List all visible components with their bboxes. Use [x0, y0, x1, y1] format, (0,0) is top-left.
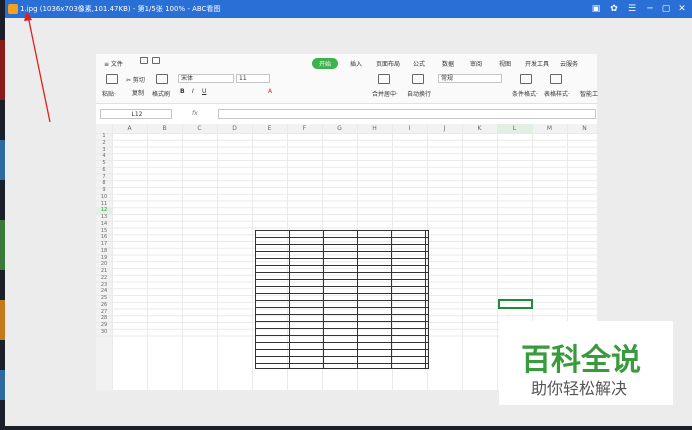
red-arrow-annotation	[24, 11, 51, 123]
